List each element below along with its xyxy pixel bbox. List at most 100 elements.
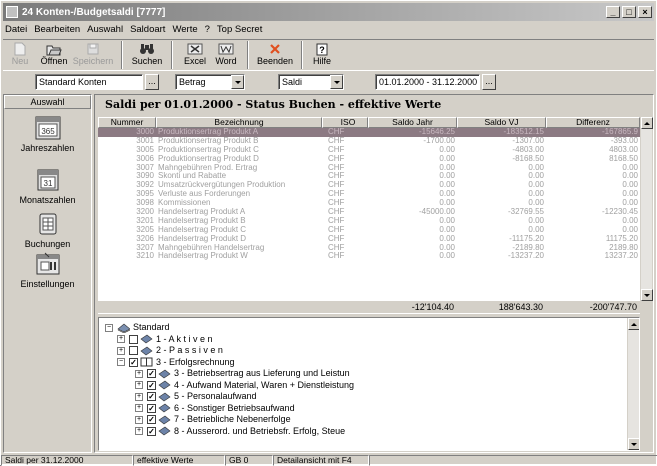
menu-bearbeiten[interactable]: Bearbeiten bbox=[34, 22, 80, 37]
table-row[interactable]: 3201 Handelsertrag Produkt B CHF 0.00 0.00 0.… bbox=[98, 217, 640, 226]
help-button[interactable]: ? Hilfe bbox=[309, 40, 335, 70]
konten-browse-button[interactable]: ... bbox=[145, 74, 159, 90]
close-button[interactable]: × bbox=[638, 6, 652, 18]
expand-icon[interactable]: + bbox=[117, 335, 125, 343]
expand-icon[interactable]: + bbox=[117, 346, 125, 355]
table-scrollbar[interactable] bbox=[640, 117, 653, 301]
tree-node[interactable]: + ✓ 3 - Betriebsertrag aus Lieferung und L… bbox=[135, 368, 350, 379]
expand-icon[interactable]: + bbox=[135, 381, 143, 389]
column-header-saldo-jahr[interactable]: Saldo Jahr bbox=[368, 117, 457, 128]
table-cell: 0.00 bbox=[528, 199, 544, 208]
menu-top-secret[interactable]: Top Secret bbox=[217, 22, 262, 37]
tree-checkbox[interactable] bbox=[129, 334, 138, 344]
minimize-button[interactable]: _ bbox=[606, 6, 620, 18]
tree-checkbox[interactable]: ✓ bbox=[129, 357, 138, 367]
scroll-up-icon[interactable] bbox=[628, 318, 639, 330]
title-bar[interactable]: 24 Konten-/Budgetsaldi [7777] _ □ × bbox=[3, 3, 654, 21]
save-button[interactable]: Speichern bbox=[71, 40, 115, 70]
total-saldo-vj: 188'643.30 bbox=[498, 302, 543, 312]
table-row[interactable]: 3206 Handelsertrag Produkt D CHF 0.00 -11175… bbox=[98, 235, 640, 244]
collapse-icon[interactable]: − bbox=[105, 323, 113, 332]
expand-icon[interactable]: + bbox=[135, 427, 143, 435]
period-field[interactable]: 01.01.2000 - 31.12.2000 bbox=[375, 74, 480, 90]
betrag-dropdown-icon[interactable] bbox=[231, 75, 244, 89]
account-tree[interactable]: − Standard +1 - A k t i v e n +2 - P a s s … bbox=[98, 317, 640, 451]
konten-field[interactable]: Standard Konten bbox=[35, 74, 143, 90]
table-row[interactable]: 3006 Produktionsertrag Produkt D CHF 0.00 -8… bbox=[98, 155, 640, 164]
table-row[interactable]: 3001 Produktionsertrag Produkt B CHF -1700.… bbox=[98, 137, 640, 146]
table-row[interactable]: 3207 Mahngebühren Handelsertrag CHF 0.00 -21… bbox=[98, 244, 640, 253]
tree-node[interactable]: + ✓ 7 - Betriebliche Nebenerfolge bbox=[135, 414, 291, 425]
tree-node[interactable]: + ✓ 8 - Ausserord. und Betriebsfr. Erfolg,… bbox=[135, 426, 345, 437]
scroll-up-icon[interactable] bbox=[641, 117, 653, 129]
table-row[interactable]: 3007 Mahngebühren Prod. Ertrag CHF 0.00 0.00… bbox=[98, 164, 640, 173]
tree-checkbox[interactable]: ✓ bbox=[147, 380, 156, 390]
table-row[interactable]: 3005 Produktionsertrag Produkt C CHF 0.00 -4… bbox=[98, 146, 640, 155]
table-cell: 0.00 bbox=[439, 216, 455, 225]
toolbar: Neu Öffnen Speichern Suchen Excel Word B… bbox=[3, 39, 654, 71]
column-header-bezeichnung[interactable]: Bezeichnung bbox=[156, 117, 322, 128]
tree-checkbox[interactable]: ✓ bbox=[147, 369, 156, 378]
expand-icon[interactable]: + bbox=[135, 415, 143, 424]
menu-help[interactable]: ? bbox=[205, 22, 210, 37]
expand-icon[interactable]: + bbox=[135, 392, 143, 401]
maximize-button[interactable]: □ bbox=[622, 6, 636, 18]
saldi-dropdown-icon[interactable] bbox=[330, 75, 343, 89]
scroll-down-icon[interactable] bbox=[641, 289, 653, 301]
column-header-iso[interactable]: ISO bbox=[322, 117, 368, 128]
table-row[interactable]: 3090 Skonti und Rabatte CHF 0.00 0.00 0.00 bbox=[98, 172, 640, 181]
new-button[interactable]: Neu bbox=[3, 40, 37, 70]
period-browse-button[interactable]: ... bbox=[482, 74, 496, 90]
column-header-differenz[interactable]: Differenz bbox=[546, 117, 640, 128]
table-row[interactable]: 3210 Handelsertrag Produkt W CHF 0.00 -13237… bbox=[98, 252, 640, 261]
main-panel: Saldi per 01.01.2000 - Status Buchen - e… bbox=[94, 94, 654, 453]
table-cell: 0.00 bbox=[528, 225, 544, 234]
menu-datei[interactable]: Datei bbox=[5, 22, 27, 37]
excel-button[interactable]: Excel bbox=[179, 40, 211, 70]
table-cell: Produktionsertrag Produkt B bbox=[158, 136, 259, 145]
tree-checkbox[interactable]: ✓ bbox=[147, 426, 156, 436]
tree-checkbox[interactable]: ✓ bbox=[147, 403, 156, 413]
tree-node[interactable]: + ✓ 6 - Sonstiger Betriebsaufwand bbox=[135, 403, 295, 414]
tree-checkbox[interactable]: ✓ bbox=[147, 415, 156, 424]
search-button[interactable]: Suchen bbox=[129, 40, 165, 70]
menu-auswahl[interactable]: Auswahl bbox=[87, 22, 123, 37]
exit-button[interactable]: Beenden bbox=[255, 40, 295, 70]
menu-werte[interactable]: Werte bbox=[172, 22, 197, 37]
saldi-table[interactable]: Nummer Bezeichnung ISO Saldo Jahr Saldo … bbox=[98, 117, 640, 314]
sidebar-item-einstellungen[interactable]: Einstellungen bbox=[4, 251, 91, 289]
table-row[interactable]: 3200 Handelsertrag Produkt A CHF -45000.00 -… bbox=[98, 208, 640, 217]
column-header-nummer[interactable]: Nummer bbox=[98, 117, 156, 128]
column-header-saldo-vj[interactable]: Saldo VJ bbox=[457, 117, 546, 128]
sidebar-item-jahreszahlen[interactable]: 365 Jahreszahlen bbox=[4, 115, 91, 153]
table-row[interactable]: 3205 Handelsertrag Produkt C CHF 0.00 0.00 0.… bbox=[98, 226, 640, 235]
tree-node[interactable]: +2 - P a s s i v e n bbox=[117, 345, 223, 356]
tree-node[interactable]: + ✓ 5 - Personalaufwand bbox=[135, 391, 257, 402]
table-cell: 0.00 bbox=[622, 225, 638, 234]
total-differenz: -200'747.70 bbox=[589, 302, 637, 312]
sidebar-item-label: Monatszahlen bbox=[19, 195, 76, 205]
menu-saldoart[interactable]: Saldoart bbox=[130, 22, 165, 37]
table-cell: 0.00 bbox=[622, 199, 638, 208]
status-detail: Detailansicht mit F4 bbox=[273, 455, 369, 466]
tree-checkbox[interactable] bbox=[129, 346, 138, 355]
table-cell: -12230.45 bbox=[601, 208, 638, 217]
tree-scrollbar[interactable] bbox=[627, 318, 639, 450]
tree-node[interactable]: − Standard bbox=[105, 322, 170, 333]
tree-node[interactable]: +1 - A k t i v e n bbox=[117, 334, 213, 345]
collapse-icon[interactable]: − bbox=[117, 358, 125, 366]
table-row[interactable]: 3000 Produktionsertrag Produkt A CHF -15646… bbox=[98, 128, 640, 137]
tree-node[interactable]: + ✓ 4 - Aufwand Material, Waren + Dienstle… bbox=[135, 380, 354, 391]
table-row[interactable]: 3095 Verluste aus Forderungen CHF 0.00 0.00 0… bbox=[98, 190, 640, 199]
sidebar-item-buchungen[interactable]: Buchungen bbox=[4, 211, 91, 249]
scroll-down-icon[interactable] bbox=[628, 438, 639, 450]
word-button[interactable]: Word bbox=[211, 40, 241, 70]
table-row[interactable]: 3092 Umsatzrückvergütungen Produktion CHF 0… bbox=[98, 181, 640, 190]
tree-node[interactable]: − ✓ 3 - Erfolgsrechnung bbox=[117, 357, 235, 368]
tree-checkbox[interactable]: ✓ bbox=[147, 392, 156, 401]
table-row[interactable]: 3098 Kommissionen CHF 0.00 0.00 0.00 bbox=[98, 199, 640, 208]
expand-icon[interactable]: + bbox=[135, 369, 143, 378]
expand-icon[interactable]: + bbox=[135, 404, 143, 412]
sidebar-item-monatszahlen[interactable]: 31 Monatszahlen bbox=[4, 167, 91, 205]
open-button[interactable]: Öffnen bbox=[37, 40, 71, 70]
